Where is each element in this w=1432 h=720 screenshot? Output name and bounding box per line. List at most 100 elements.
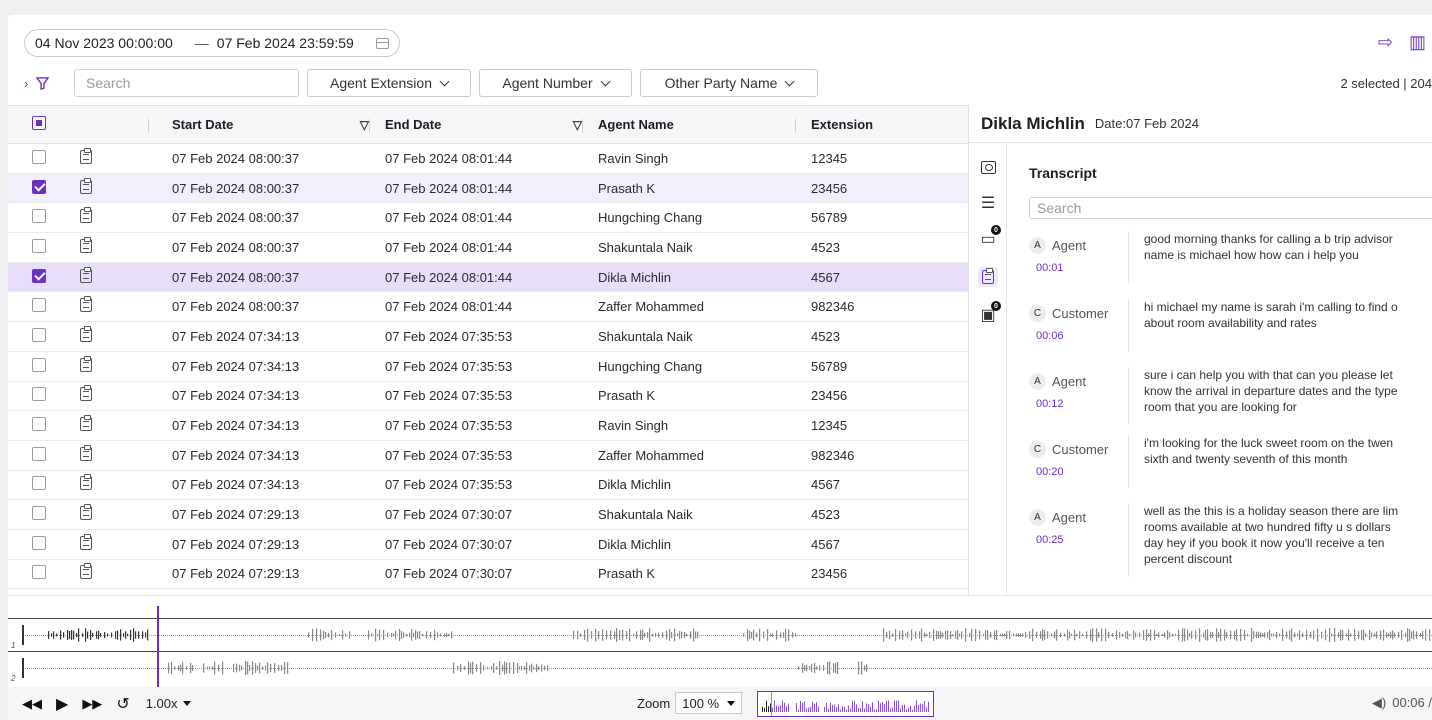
row-checkbox[interactable] xyxy=(32,357,46,372)
row-checkbox[interactable] xyxy=(32,327,46,342)
table-row[interactable]: 07 Feb 2024 07:34:13 07 Feb 2024 07:35:53… xyxy=(8,441,968,471)
waveform-bar xyxy=(1092,628,1094,642)
speaker-avatar: C xyxy=(1029,305,1046,322)
row-checkbox[interactable] xyxy=(32,565,46,580)
minimap-bar xyxy=(812,701,813,712)
row-checkbox-cell xyxy=(8,565,68,582)
table-row[interactable]: 07 Feb 2024 08:00:37 07 Feb 2024 08:01:44… xyxy=(8,233,968,263)
list-tab[interactable]: ☰ xyxy=(978,193,998,213)
clipboard-icon[interactable] xyxy=(80,474,92,491)
header-start-date[interactable]: Start Date ▽ xyxy=(172,106,385,143)
waveform-area[interactable]: 1 2 xyxy=(8,595,1432,688)
other-party-name-dropdown[interactable]: Other Party Name xyxy=(640,69,818,97)
row-checkbox[interactable] xyxy=(32,298,46,313)
table-row[interactable]: 07 Feb 2024 07:34:13 07 Feb 2024 07:35:53… xyxy=(8,411,968,441)
date-range-picker[interactable]: 04 Nov 2023 00:00:00 — 07 Feb 2024 23:59… xyxy=(24,29,400,57)
clipboard-icon[interactable] xyxy=(80,296,92,313)
row-checkbox[interactable] xyxy=(32,446,46,461)
waveform-bar xyxy=(994,630,996,640)
end-date-cell: 07 Feb 2024 07:35:53 xyxy=(385,388,513,404)
agent-number-dropdown[interactable]: Agent Number xyxy=(479,69,632,97)
minimap-bar xyxy=(766,700,767,712)
row-checkbox[interactable] xyxy=(32,179,46,194)
table-row[interactable]: 07 Feb 2024 08:00:37 07 Feb 2024 08:01:44… xyxy=(8,144,968,174)
agent-extension-dropdown[interactable]: Agent Extension xyxy=(307,69,471,97)
clipboard-icon[interactable] xyxy=(80,266,92,283)
rewind-icon[interactable]: ◀◀ xyxy=(22,696,42,712)
view-tab[interactable] xyxy=(978,157,998,177)
transcript-entry[interactable]: A Agent 00:01 good morning thanks for calli… xyxy=(1029,231,1432,283)
playhead[interactable] xyxy=(157,606,159,688)
row-checkbox[interactable] xyxy=(32,476,46,491)
columns-icon[interactable]: ▥ xyxy=(1409,33,1426,51)
waveform-bar xyxy=(541,664,543,672)
table-row[interactable]: 07 Feb 2024 07:34:13 07 Feb 2024 07:35:53… xyxy=(8,352,968,382)
header-agent-name[interactable]: Agent Name xyxy=(582,106,811,143)
entry-timestamp[interactable]: 00:20 xyxy=(1036,466,1128,478)
row-checkbox[interactable] xyxy=(32,535,46,550)
clipboard-icon[interactable] xyxy=(80,533,92,550)
waveform-bar xyxy=(98,630,100,640)
waveform-minimap[interactable] xyxy=(757,691,934,717)
clipboard-icon[interactable] xyxy=(80,444,92,461)
waveform-track-2[interactable]: 2 xyxy=(8,651,1432,684)
row-checkbox[interactable] xyxy=(32,238,46,253)
table-row[interactable]: 07 Feb 2024 07:29:13 07 Feb 2024 07:30:07… xyxy=(8,560,968,590)
row-checkbox[interactable] xyxy=(32,209,46,224)
clipboard-icon[interactable] xyxy=(80,504,92,521)
header-extension[interactable]: Extension xyxy=(795,106,961,143)
table-row[interactable]: 07 Feb 2024 08:00:37 07 Feb 2024 08:01:44… xyxy=(8,292,968,323)
row-checkbox[interactable] xyxy=(32,417,46,432)
row-checkbox[interactable] xyxy=(32,387,46,402)
entry-timestamp[interactable]: 00:01 xyxy=(1036,262,1128,274)
clipboard-icon[interactable] xyxy=(80,563,92,580)
table-row[interactable]: 07 Feb 2024 07:29:13 07 Feb 2024 07:30:07… xyxy=(8,500,968,530)
transcript-entry[interactable]: C Customer 00:06 hi michael my name is sara… xyxy=(1029,299,1432,351)
table-row[interactable]: 07 Feb 2024 08:00:37 07 Feb 2024 08:01:44… xyxy=(8,262,968,293)
clipboard-icon[interactable] xyxy=(80,177,92,194)
fast-forward-icon[interactable]: ▶▶ xyxy=(82,696,102,712)
waveform-bar xyxy=(573,630,575,640)
notes-tab[interactable]: ▣ 0 xyxy=(978,301,1001,325)
waveform-track-1[interactable]: 1 xyxy=(8,618,1432,651)
select-all-checkbox[interactable] xyxy=(32,116,46,130)
table-row[interactable]: 07 Feb 2024 08:00:37 07 Feb 2024 08:01:44… xyxy=(8,203,968,234)
clipboard-icon[interactable] xyxy=(80,355,92,372)
transcript-entry[interactable]: A Agent 00:12 sure i can help you with that… xyxy=(1029,367,1432,425)
row-checkbox[interactable] xyxy=(32,149,46,164)
entry-timestamp[interactable]: 00:12 xyxy=(1036,398,1128,410)
zoom-select[interactable]: 100 % xyxy=(675,692,743,714)
table-row[interactable]: 07 Feb 2024 07:34:13 07 Feb 2024 07:35:53… xyxy=(8,471,968,501)
table-row[interactable]: 07 Feb 2024 08:00:37 07 Feb 2024 08:01:44… xyxy=(8,173,968,204)
transcript-tab[interactable] xyxy=(978,267,998,287)
entry-timestamp[interactable]: 00:25 xyxy=(1036,534,1128,546)
table-row[interactable]: 07 Feb 2024 07:34:13 07 Feb 2024 07:35:53… xyxy=(8,322,968,352)
clipboard-icon[interactable] xyxy=(80,325,92,342)
row-checkbox[interactable] xyxy=(32,506,46,521)
waveform-bar xyxy=(1294,632,1296,638)
clipboard-icon[interactable] xyxy=(80,385,92,402)
transcript-entry[interactable]: C Customer 00:20 i'm looking for the luck s… xyxy=(1029,435,1432,487)
entry-timestamp[interactable]: 00:06 xyxy=(1036,330,1128,342)
play-icon[interactable]: ▶ xyxy=(56,694,68,714)
replay-icon[interactable]: ↺ xyxy=(116,694,129,714)
clipboard-icon[interactable] xyxy=(80,147,92,164)
table-row[interactable]: 07 Feb 2024 07:34:13 07 Feb 2024 07:35:53… xyxy=(8,382,968,412)
transcript-entry[interactable]: A Agent 00:25 well as the this is a holiday… xyxy=(1029,503,1432,577)
table-row[interactable]: 07 Feb 2024 07:29:13 07 Feb 2024 07:30:07… xyxy=(8,530,968,560)
transcript-search-input[interactable]: Search xyxy=(1029,197,1432,219)
filter-toggle-button[interactable]: › xyxy=(24,76,74,91)
filter-icon[interactable]: ▽ xyxy=(573,118,582,132)
search-input[interactable]: Search xyxy=(74,69,299,97)
volume-icon[interactable]: ◀) xyxy=(1372,695,1386,711)
clipboard-icon[interactable] xyxy=(80,415,92,432)
export-icon[interactable]: ⇨ xyxy=(1378,33,1393,51)
speed-selector[interactable]: 1.00x xyxy=(146,696,191,711)
calendar-icon[interactable] xyxy=(375,37,389,49)
row-checkbox[interactable] xyxy=(32,268,46,283)
clipboard-icon[interactable] xyxy=(80,236,92,253)
header-end-date[interactable]: End Date ▽ xyxy=(369,106,598,143)
comments-tab[interactable]: ▭ 0 xyxy=(978,225,1001,249)
filter-icon[interactable]: ▽ xyxy=(360,118,369,132)
clipboard-icon[interactable] xyxy=(80,207,92,224)
